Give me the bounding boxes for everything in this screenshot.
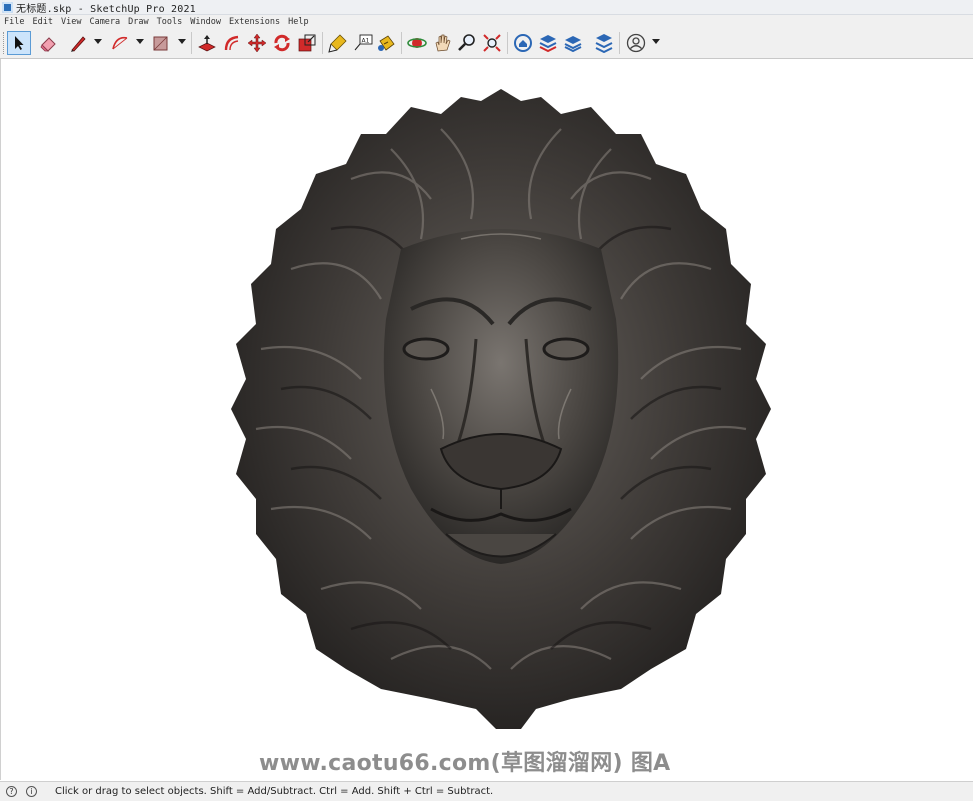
model-viewport[interactable]: www.caotu66.com(草图溜溜网) 图A [0, 59, 973, 780]
extension-warehouse-icon [539, 35, 557, 53]
menu-bar: File Edit View Camera Draw Tools Window … [0, 15, 973, 28]
zoom-extents-tool-button[interactable] [480, 31, 504, 55]
move-icon [247, 33, 267, 53]
lion-head-model[interactable] [231, 89, 771, 729]
pencil-icon [71, 36, 86, 52]
eraser-tool-button[interactable] [37, 31, 61, 55]
menu-file[interactable]: File [0, 17, 28, 27]
offset-icon [224, 35, 239, 51]
arc-icon [112, 36, 128, 50]
extension-manager-icon [595, 34, 613, 53]
scale-icon [298, 34, 316, 52]
zoom-extents-icon [483, 34, 501, 52]
toolbar-separator [619, 32, 620, 54]
menu-tools[interactable]: Tools [153, 17, 187, 27]
status-bar: ? i Click or drag to select objects. Shi… [0, 781, 973, 801]
select-arrow-icon [15, 36, 24, 50]
pan-tool-button[interactable] [430, 31, 454, 55]
layout-button[interactable] [561, 31, 585, 55]
line-dropdown-arrow-icon[interactable] [94, 39, 102, 44]
menu-help[interactable]: Help [284, 17, 312, 27]
zoom-icon [458, 34, 475, 51]
menu-camera[interactable]: Camera [85, 17, 124, 27]
move-tool-button[interactable] [245, 31, 269, 55]
orbit-icon [407, 38, 427, 48]
tape-measure-tool-button[interactable] [326, 31, 350, 55]
text-icon: A1 [354, 34, 373, 51]
window-title: 无标题.skp - SketchUp Pro 2021 [16, 3, 196, 15]
toolbar-separator [507, 32, 508, 54]
toolbar-separator [401, 32, 402, 54]
extension-warehouse-button[interactable] [536, 31, 560, 55]
eraser-icon [40, 37, 56, 52]
line-tool-button[interactable] [66, 31, 90, 55]
warehouse-icon [514, 34, 532, 52]
watermark-text: www.caotu66.com(草图溜溜网) 图A [259, 751, 671, 776]
title-bar: 无标题.skp - SketchUp Pro 2021 [0, 0, 973, 15]
rectangle-icon [153, 36, 168, 51]
menu-view[interactable]: View [57, 17, 85, 27]
zoom-tool-button[interactable] [455, 31, 479, 55]
main-toolbar: A1 [0, 28, 973, 59]
toolbar-separator [322, 32, 323, 54]
layout-icon [564, 36, 582, 53]
select-tool-button[interactable] [7, 31, 31, 55]
rectangle-dropdown-arrow-icon[interactable] [178, 39, 186, 44]
text-tool-button[interactable]: A1 [351, 31, 375, 55]
toolbar-separator [191, 32, 192, 54]
rectangle-tool-button[interactable] [149, 31, 173, 55]
pan-icon [435, 34, 451, 52]
arc-dropdown-arrow-icon[interactable] [136, 39, 144, 44]
paint-bucket-icon [378, 35, 395, 51]
menu-draw[interactable]: Draw [124, 17, 152, 27]
svg-text:A1: A1 [362, 38, 370, 45]
menu-extensions[interactable]: Extensions [225, 17, 284, 27]
status-message: Click or drag to select objects. Shift =… [55, 786, 494, 797]
account-icon [626, 33, 646, 53]
geo-location-icon[interactable]: ? [6, 786, 17, 797]
extension-manager-button[interactable] [592, 31, 616, 55]
offset-tool-button[interactable] [220, 31, 244, 55]
warehouse-button[interactable] [511, 31, 535, 55]
account-dropdown-arrow-icon[interactable] [652, 39, 660, 44]
sketchup-logo-icon [2, 1, 13, 13]
account-button[interactable] [624, 31, 648, 55]
orbit-tool-button[interactable] [405, 31, 429, 55]
toolbar-grip[interactable] [3, 32, 6, 54]
menu-window[interactable]: Window [186, 17, 225, 27]
arc-tool-button[interactable] [108, 31, 132, 55]
paint-bucket-tool-button[interactable] [374, 31, 398, 55]
info-icon[interactable]: i [26, 786, 37, 797]
menu-edit[interactable]: Edit [28, 17, 56, 27]
scale-tool-button[interactable] [295, 31, 319, 55]
rotate-tool-button[interactable] [270, 31, 294, 55]
push-pull-icon [198, 35, 216, 52]
rotate-icon [274, 34, 290, 52]
tape-measure-icon [328, 34, 347, 53]
push-pull-tool-button[interactable] [195, 31, 219, 55]
